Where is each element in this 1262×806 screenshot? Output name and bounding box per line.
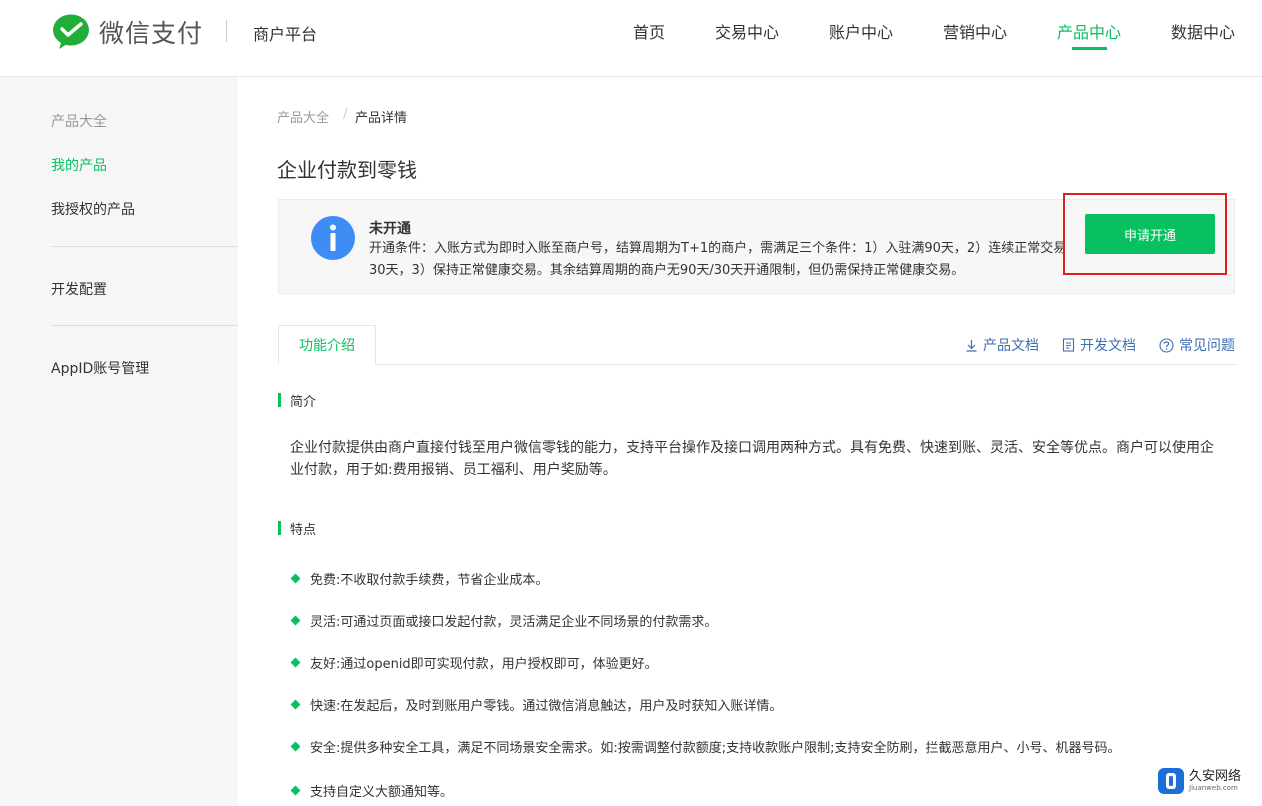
feature-item: 安全:提供多种安全工具，满足不同场景安全需求。如:按需调整付款额度;支持收款账户… [290,737,1121,756]
platform-label: 商户平台 [253,25,318,44]
nav-account[interactable]: 账户中心 [829,19,893,43]
features-heading: 特点 [290,523,317,538]
feature-item: 灵活:可通过页面或接口发起付款，灵活满足企业不同场景的付款需求。 [290,611,717,630]
feature-text: 支持自定义大额通知等。 [310,785,454,800]
bullet-icon [290,657,301,668]
sidebar-item-authorized-products[interactable]: 我授权的产品 [51,199,135,219]
tab-feature-intro[interactable]: 功能介绍 [278,325,376,365]
faq-label: 常见问题 [1179,338,1235,354]
feature-text: 灵活:可通过页面或接口发起付款，灵活满足企业不同场景的付款需求。 [310,615,718,630]
sidebar-item-my-products[interactable]: 我的产品 [51,155,107,175]
bullet-icon [290,741,301,752]
nav-home[interactable]: 首页 [633,19,665,43]
nav-marketing[interactable]: 营销中心 [943,19,1007,43]
feature-item: 免费:不收取付款手续费，节省企业成本。 [290,569,548,588]
nav-products[interactable]: 产品中心 [1057,19,1121,43]
nav-active-indicator [1072,47,1107,50]
top-bar: 微信支付 商户平台 首页 交易中心 账户中心 营销中心 产品中心 数据中心 [0,0,1262,77]
bullet-icon [290,785,301,796]
status-description: 开通条件：入账方式为即时入账至商户号，结算周期为T+1的商户，需满足三个条件：1… [369,241,1067,278]
tab-bar-line [278,364,1236,365]
breadcrumb-all-products[interactable]: 产品大全 [277,107,329,126]
dev-docs-label: 开发文档 [1080,338,1136,354]
question-icon [1159,337,1174,353]
section-marker [278,393,281,407]
feature-item: 支持自定义大额通知等。 [290,781,453,800]
wechat-pay-logo-icon [52,14,90,50]
status-title: 未开通 [369,221,411,237]
nav-transactions[interactable]: 交易中心 [715,19,779,43]
feature-item: 快速:在发起后，及时到账用户零钱。通过微信消息触达，用户及时获知入账详情。 [290,695,782,714]
info-icon [311,216,355,260]
breadcrumb-current: 产品详情 [355,111,408,126]
sidebar-divider [51,325,238,326]
bullet-icon [290,699,301,710]
sidebar-item-dev-config[interactable]: 开发配置 [51,279,107,299]
bullet-icon [290,573,301,584]
logo-text: 微信支付 [99,19,204,48]
sidebar-item-all-products[interactable]: 产品大全 [51,111,107,131]
feature-text: 安全:提供多种安全工具，满足不同场景安全需求。如:按需调整付款额度;支持收款账户… [310,741,1121,756]
nav-data[interactable]: 数据中心 [1171,19,1235,43]
watermark: 久安网络 Jiuanweb.com [1158,768,1241,794]
document-icon [1062,338,1075,352]
download-icon [966,339,977,352]
product-docs-link[interactable]: 产品文档 [965,335,1039,355]
sidebar-divider [51,246,238,247]
feature-item: 友好:通过openid即可实现付款，用户授权即可，体验更好。 [290,653,658,672]
apply-button[interactable]: 申请开通 [1085,214,1215,254]
section-marker [278,521,281,535]
watermark-domain: Jiuanweb.com [1189,783,1238,792]
dev-docs-link[interactable]: 开发文档 [1062,335,1136,355]
faq-link[interactable]: 常见问题 [1159,335,1235,355]
intro-text: 企业付款提供由商户直接付钱至用户微信零钱的能力，支持平台操作及接口调用两种方式。… [290,440,1214,478]
feature-text: 友好:通过openid即可实现付款，用户授权即可，体验更好。 [310,657,658,672]
watermark-logo-icon [1158,768,1184,794]
product-docs-label: 产品文档 [983,338,1039,354]
sidebar [0,77,238,806]
breadcrumb-separator: / [343,107,348,122]
bullet-icon [290,615,301,626]
feature-text: 快速:在发起后，及时到账用户零钱。通过微信消息触达，用户及时获知入账详情。 [310,699,783,714]
header-divider [226,20,227,42]
page-title: 企业付款到零钱 [277,158,417,182]
sidebar-item-appid[interactable]: AppID账号管理 [51,358,149,378]
feature-text: 免费:不收取付款手续费，节省企业成本。 [310,573,549,588]
wechat-pay-logo[interactable]: 微信支付 [52,14,203,50]
intro-heading: 简介 [290,395,317,410]
watermark-name: 久安网络 [1189,768,1242,784]
